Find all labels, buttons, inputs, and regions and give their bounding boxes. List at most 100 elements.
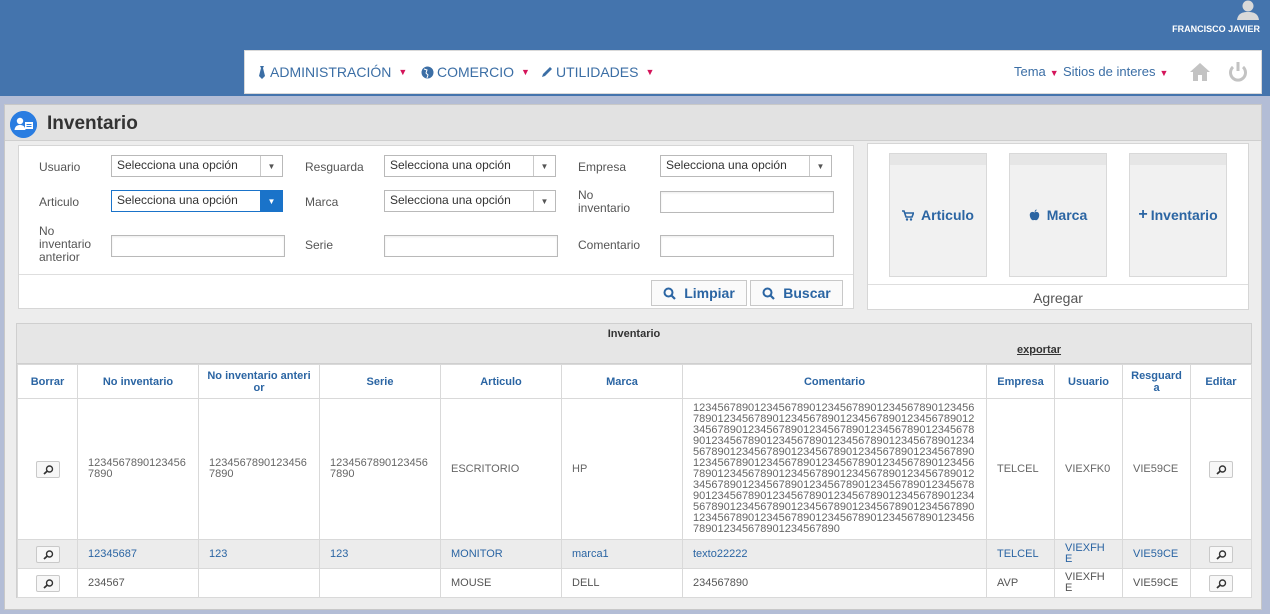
col-header-resguarda[interactable]: Resguarda xyxy=(1122,364,1191,399)
cell-no-inventario-anterior: 123 xyxy=(198,539,320,569)
zoom-icon xyxy=(1216,578,1227,589)
empresa-select-value: Selecciona una opción xyxy=(666,158,787,172)
cell-no-inventario-anterior: 12345678901234567890 xyxy=(198,398,320,540)
comentario-input[interactable] xyxy=(660,235,834,257)
col-header-marca[interactable]: Marca xyxy=(561,364,683,399)
no-inventario-anterior-label-line3: anterior xyxy=(39,250,80,264)
limpiar-button-label: Limpiar xyxy=(684,285,735,301)
caret-down-icon: ▼ xyxy=(521,67,530,77)
delete-button[interactable] xyxy=(35,545,60,563)
delete-cell xyxy=(17,568,78,598)
search-icon xyxy=(762,287,776,300)
add-inventario-label: Inventario xyxy=(1150,207,1218,223)
main-navbar: ADMINISTRACIÓN ▼ COMERCIO ▼ UTILIDADES ▼… xyxy=(244,50,1262,94)
delete-cell xyxy=(17,398,78,540)
cell-usuario: VIEXFK0 xyxy=(1054,398,1123,540)
chevron-down-icon[interactable]: ▼ xyxy=(533,191,555,211)
cell-no-inventario: 234567 xyxy=(77,568,199,598)
empresa-select[interactable]: Selecciona una opción ▼ xyxy=(660,155,832,177)
articulo-select[interactable]: Selecciona una opción ▼ xyxy=(111,190,283,212)
resguarda-label: Resguarda xyxy=(305,160,364,174)
top-banner: FRANCISCO JAVIER ADMINISTRACIÓN ▼ COMERC… xyxy=(0,0,1270,96)
cell-articulo: MONITOR xyxy=(440,539,562,569)
articulo-label: Articulo xyxy=(39,195,80,209)
zoom-icon xyxy=(42,578,53,589)
nav-tema[interactable]: Tema ▼ xyxy=(1014,64,1059,79)
usuario-label: Usuario xyxy=(39,160,81,174)
chevron-down-icon[interactable]: ▼ xyxy=(533,156,555,176)
col-header-no-inventario-anterior[interactable]: No inventario anterior xyxy=(198,364,320,399)
cell-serie: 12345678901234567890 xyxy=(319,398,441,540)
cart-icon xyxy=(902,209,915,221)
buscar-button[interactable]: Buscar xyxy=(750,280,843,306)
apple-icon xyxy=(1029,209,1039,221)
cell-comentario: texto22222 xyxy=(682,539,987,569)
zoom-icon xyxy=(1216,549,1227,560)
col-header-serie[interactable]: Serie xyxy=(319,364,441,399)
add-articulo-card[interactable]: Articulo xyxy=(889,153,987,277)
delete-button[interactable] xyxy=(35,460,60,478)
col-header-empresa[interactable]: Empresa xyxy=(986,364,1055,399)
edit-button[interactable] xyxy=(1209,574,1233,592)
table-row: 12345687 123 123 MONITOR marca1 texto222… xyxy=(17,539,1252,569)
user-box[interactable]: FRANCISCO JAVIER xyxy=(1140,0,1260,40)
nav-sitios-label: Sitios de interes xyxy=(1063,64,1156,79)
cell-no-inventario: 12345687 xyxy=(77,539,199,569)
no-inventario-anterior-input[interactable] xyxy=(111,235,285,257)
cell-no-inventario: 12345678901234567890 xyxy=(77,398,199,540)
edit-button[interactable] xyxy=(1209,460,1233,478)
pencil-icon xyxy=(542,67,552,77)
cell-resguarda: VIE59CE xyxy=(1122,539,1191,569)
add-articulo-label: Articulo xyxy=(921,207,974,223)
limpiar-button[interactable]: Limpiar xyxy=(651,280,747,306)
inventory-table-panel: Inventario exportar Borrar No inventario… xyxy=(16,323,1252,598)
cell-empresa: TELCEL xyxy=(986,539,1055,569)
col-header-no-inventario[interactable]: No inventario xyxy=(77,364,199,399)
add-inventario-card[interactable]: + Inventario xyxy=(1129,153,1227,277)
col-header-usuario[interactable]: Usuario xyxy=(1054,364,1123,399)
cell-articulo: MOUSE xyxy=(440,568,562,598)
search-icon xyxy=(663,287,676,300)
chevron-down-icon[interactable]: ▼ xyxy=(809,156,831,176)
user-avatar-icon[interactable] xyxy=(1236,0,1260,20)
nav-comercio[interactable]: COMERCIO ▼ xyxy=(421,64,530,80)
nav-administracion-label: ADMINISTRACIÓN xyxy=(270,64,392,80)
marca-select[interactable]: Selecciona una opción ▼ xyxy=(384,190,556,212)
col-header-editar[interactable]: Editar xyxy=(1190,364,1252,399)
power-icon[interactable] xyxy=(1227,61,1249,83)
comentario-label: Comentario xyxy=(578,238,641,252)
cell-marca: HP xyxy=(561,398,683,540)
delete-button[interactable] xyxy=(35,574,60,592)
no-inventario-input[interactable] xyxy=(660,191,834,213)
caret-down-icon: ▼ xyxy=(1049,68,1059,78)
cell-comentario: 1234567890123456789012345678901234567890… xyxy=(682,398,987,540)
serie-input[interactable] xyxy=(384,235,558,257)
usuario-select[interactable]: Selecciona una opción ▼ xyxy=(111,155,283,177)
resguarda-select[interactable]: Selecciona una opción ▼ xyxy=(384,155,556,177)
content-panel: Inventario Usuario Selecciona una opción… xyxy=(4,104,1262,610)
table-row: 12345678901234567890 1234567890123456789… xyxy=(17,398,1252,540)
caret-down-icon: ▼ xyxy=(1159,68,1169,78)
add-marca-card[interactable]: Marca xyxy=(1009,153,1107,277)
nav-administracion[interactable]: ADMINISTRACIÓN ▼ xyxy=(257,64,407,80)
export-link[interactable]: exportar xyxy=(1017,344,1061,356)
col-header-borrar[interactable]: Borrar xyxy=(17,364,78,399)
cell-usuario: VIEXFHE xyxy=(1054,539,1123,569)
nav-utilidades-label: UTILIDADES xyxy=(556,64,639,80)
edit-button[interactable] xyxy=(1209,545,1233,563)
resguarda-select-value: Selecciona una opción xyxy=(390,158,511,172)
cell-no-inventario-anterior xyxy=(198,568,320,598)
cell-resguarda: VIE59CE xyxy=(1122,568,1191,598)
chevron-down-icon[interactable]: ▼ xyxy=(260,156,282,176)
col-header-comentario[interactable]: Comentario xyxy=(682,364,987,399)
no-inventario-label-line2: inventario xyxy=(578,201,631,215)
chevron-down-icon[interactable]: ▼ xyxy=(260,191,282,211)
home-icon[interactable] xyxy=(1189,61,1211,83)
col-header-articulo[interactable]: Articulo xyxy=(440,364,562,399)
nav-sitios[interactable]: Sitios de interes ▼ xyxy=(1063,64,1168,79)
tie-icon xyxy=(259,65,265,79)
caret-down-icon: ▼ xyxy=(645,67,655,77)
page-header: Inventario xyxy=(5,105,1261,141)
cell-marca: marca1 xyxy=(561,539,683,569)
nav-utilidades[interactable]: UTILIDADES ▼ xyxy=(541,64,654,80)
